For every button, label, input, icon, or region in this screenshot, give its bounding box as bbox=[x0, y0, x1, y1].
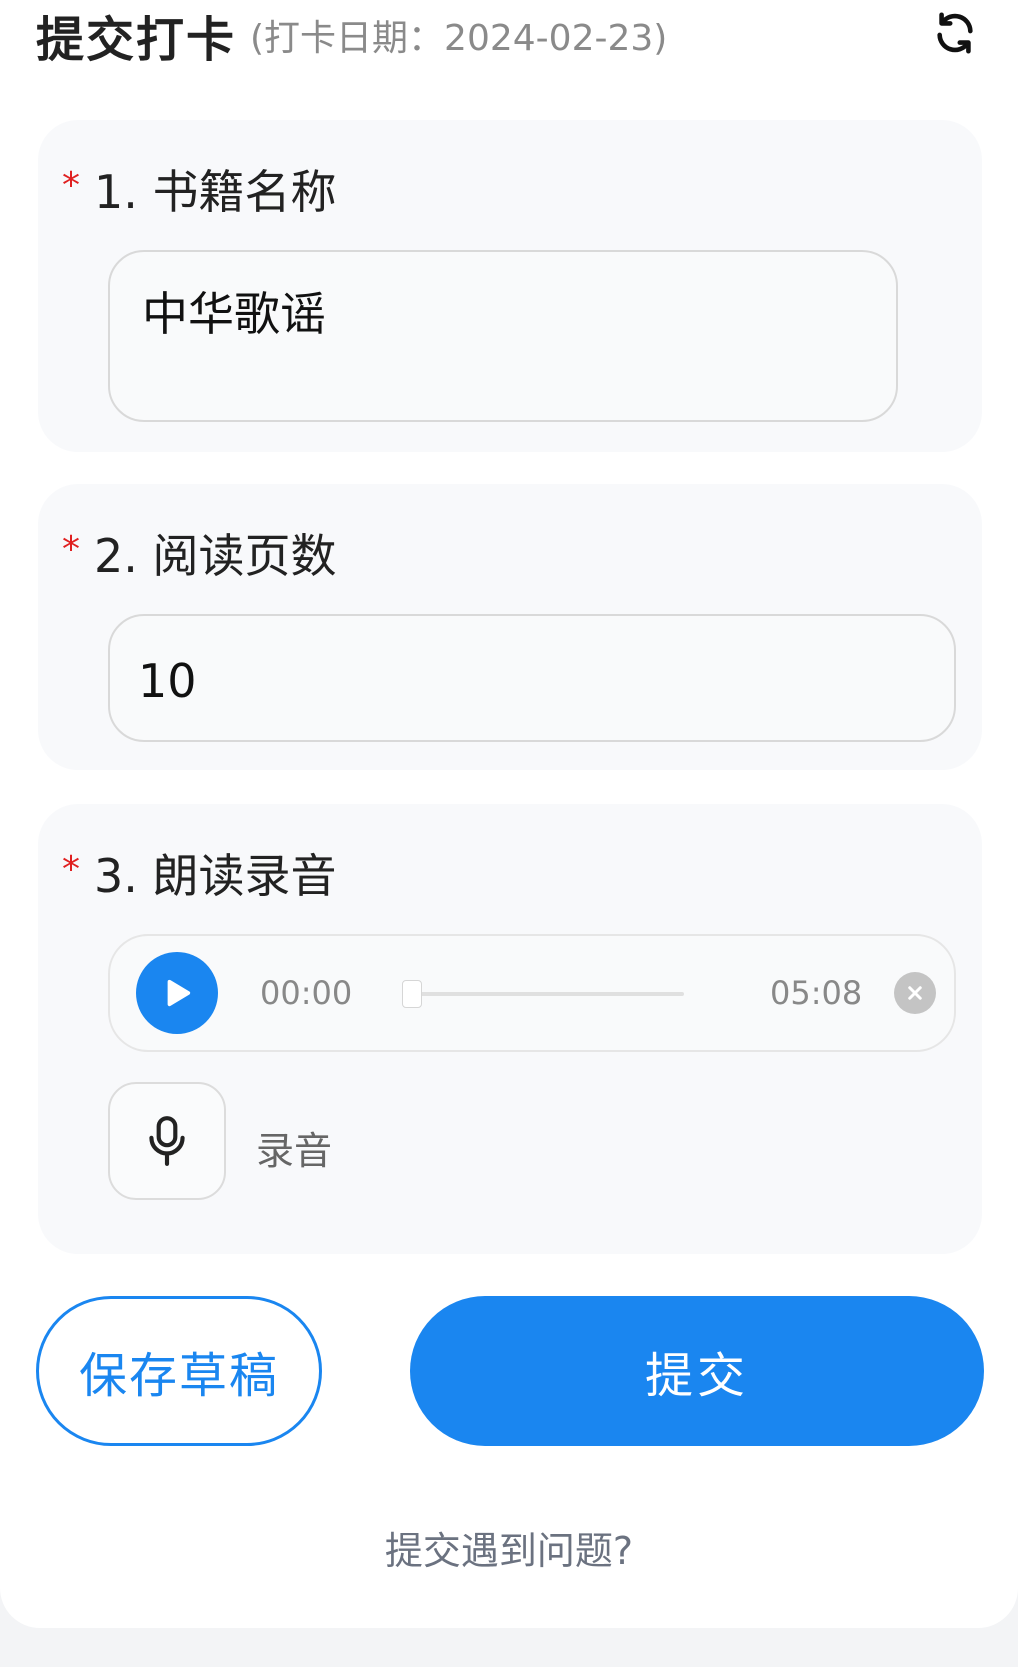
delete-recording-button[interactable] bbox=[894, 972, 936, 1014]
pages-read-input[interactable]: 10 bbox=[108, 614, 956, 742]
question-label: * 1. 书籍名称 bbox=[62, 156, 337, 222]
book-name-value: 中华歌谣 bbox=[142, 287, 326, 341]
pages-read-value: 10 bbox=[138, 654, 197, 708]
checkin-date: (打卡日期：2024-02-23) bbox=[250, 18, 668, 59]
question-title: 3. 朗读录音 bbox=[94, 849, 337, 903]
question-card-pages-read: * 2. 阅读页数 10 bbox=[38, 484, 982, 770]
question-title: 1. 书籍名称 bbox=[94, 165, 337, 219]
question-label: * 3. 朗读录音 bbox=[62, 840, 337, 906]
help-link[interactable]: 提交遇到问题? bbox=[0, 1520, 1018, 1575]
close-icon bbox=[908, 986, 922, 1000]
record-button[interactable] bbox=[108, 1082, 226, 1200]
question-card-book-name: * 1. 书籍名称 中华歌谣 bbox=[38, 120, 982, 452]
required-star: * bbox=[62, 164, 80, 206]
microphone-icon bbox=[149, 1116, 185, 1166]
audio-duration: 05:08 bbox=[770, 974, 863, 1012]
audio-player: 00:00 05:08 bbox=[108, 934, 956, 1052]
record-label: 录音 bbox=[256, 1129, 333, 1173]
page-header: 提交打卡 (打卡日期：2024-02-23) bbox=[36, 0, 982, 70]
checkin-page: 提交打卡 (打卡日期：2024-02-23) * 1. 书籍名称 中华歌谣 * … bbox=[0, 0, 1018, 1628]
audio-progress-track[interactable] bbox=[402, 980, 684, 1008]
question-card-reading-recording: * 3. 朗读录音 00:00 05:08 录音 bbox=[38, 804, 982, 1254]
required-star: * bbox=[62, 848, 80, 890]
play-button[interactable] bbox=[136, 952, 218, 1034]
audio-current-time: 00:00 bbox=[260, 974, 353, 1012]
play-icon bbox=[167, 979, 191, 1007]
page-title: 提交打卡 bbox=[36, 12, 237, 68]
question-label: * 2. 阅读页数 bbox=[62, 520, 337, 586]
audio-progress-thumb[interactable] bbox=[402, 980, 422, 1008]
submit-button[interactable]: 提交 bbox=[410, 1296, 984, 1446]
required-star: * bbox=[62, 528, 80, 570]
question-title: 2. 阅读页数 bbox=[94, 529, 337, 583]
refresh-button[interactable] bbox=[928, 6, 982, 60]
refresh-icon bbox=[937, 12, 973, 54]
save-draft-button[interactable]: 保存草稿 bbox=[36, 1296, 322, 1446]
book-name-textarea[interactable]: 中华歌谣 bbox=[108, 250, 898, 422]
